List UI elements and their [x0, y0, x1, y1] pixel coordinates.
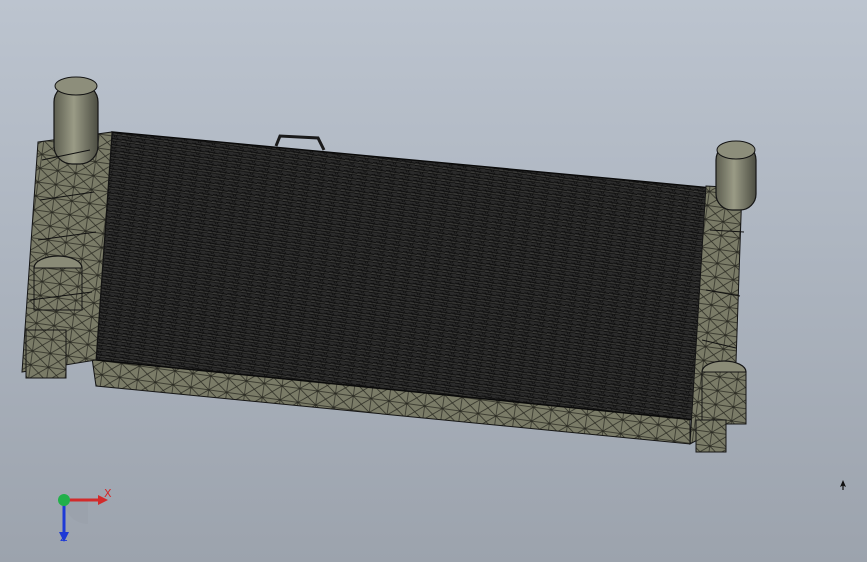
x-axis-label: X — [104, 487, 112, 500]
z-axis-label: Z — [60, 531, 68, 544]
axis-triad: X Z — [44, 478, 124, 548]
pointer-icon — [838, 476, 848, 490]
radiator-model[interactable] — [0, 0, 867, 562]
y-axis-dot — [58, 494, 70, 506]
graphics-viewport[interactable] — [0, 0, 867, 562]
